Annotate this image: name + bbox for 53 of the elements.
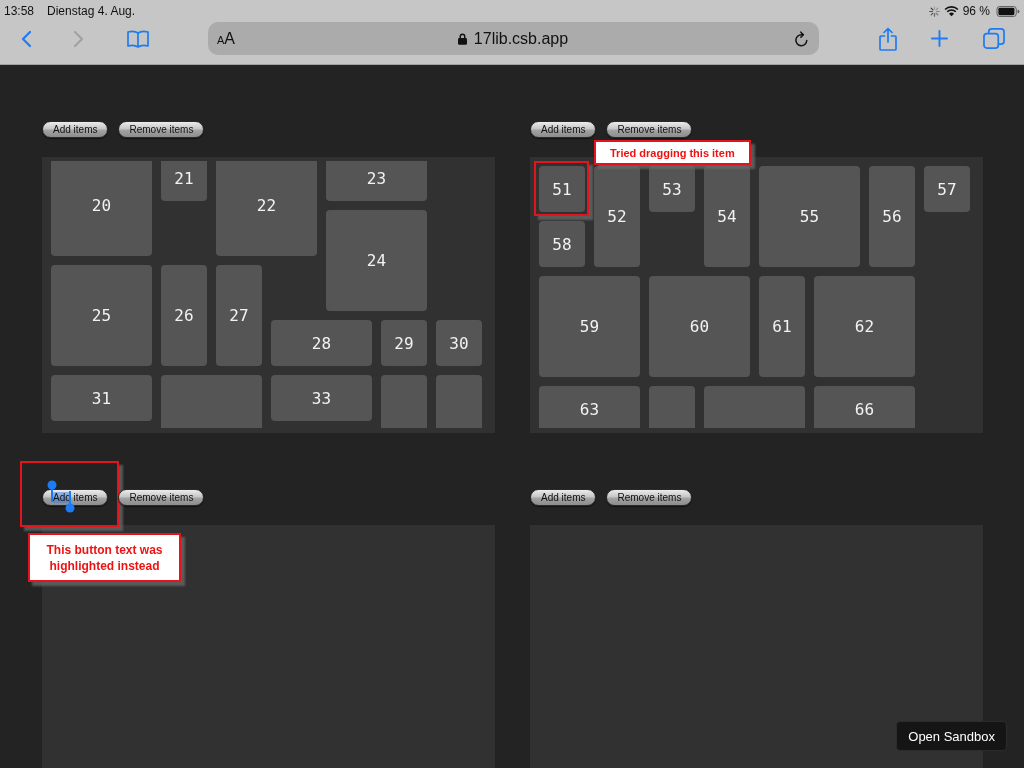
- grid-item[interactable]: 27: [216, 265, 262, 366]
- chevron-left-icon[interactable]: [20, 29, 33, 48]
- battery-percentage: 96 %: [962, 4, 990, 18]
- remove-items-button[interactable]: Remove items: [118, 121, 205, 138]
- grid-item[interactable]: 30: [436, 320, 482, 366]
- grid-item[interactable]: 63: [539, 386, 640, 428]
- grid-item[interactable]: 62: [814, 276, 915, 377]
- address-bar[interactable]: AA 17lib.csb.app: [208, 22, 819, 55]
- grid-item[interactable]: 24: [326, 210, 427, 311]
- share-icon[interactable]: [878, 26, 898, 51]
- grid-item[interactable]: 26: [161, 265, 207, 366]
- lock-icon: [457, 32, 467, 45]
- grid-item[interactable]: 22: [216, 161, 317, 256]
- text-size-button[interactable]: AA: [217, 29, 235, 48]
- grid-item[interactable]: 20: [51, 161, 152, 256]
- remove-items-button[interactable]: Remove items: [118, 489, 205, 506]
- grid-item[interactable]: 25: [51, 265, 152, 366]
- grid-item[interactable]: 31: [51, 375, 152, 421]
- grid-item[interactable]: 21: [161, 161, 207, 201]
- open-sandbox-button[interactable]: Open Sandbox: [896, 721, 1007, 751]
- status-date: Dienstag 4. Aug.: [47, 4, 136, 18]
- add-items-button[interactable]: Add items: [530, 489, 597, 506]
- grid-item[interactable]: 57: [924, 166, 970, 212]
- wifi-icon: [943, 5, 959, 17]
- grid-item[interactable]: 28: [271, 320, 372, 366]
- activity-spinner-icon: [928, 5, 940, 17]
- reload-icon[interactable]: [794, 30, 809, 47]
- grid-item[interactable]: 61: [759, 276, 805, 377]
- remove-items-button[interactable]: Remove items: [606, 489, 693, 506]
- add-items-button[interactable]: Add items: [530, 121, 597, 138]
- battery-icon: [996, 5, 1020, 17]
- grid-item[interactable]: 60: [649, 276, 750, 377]
- grid-item[interactable]: 33: [271, 375, 372, 421]
- grid-item[interactable]: 23: [326, 161, 427, 201]
- remove-items-button[interactable]: Remove items: [606, 121, 693, 138]
- status-time: 13:58: [4, 4, 35, 18]
- url-text: 17lib.csb.app: [473, 29, 569, 48]
- grid-item[interactable]: 29: [381, 320, 427, 366]
- add-items-button[interactable]: Add items: [42, 121, 109, 138]
- book-icon[interactable]: [127, 29, 149, 48]
- grid-item[interactable]: 58: [539, 221, 585, 267]
- grid-item[interactable]: 55: [759, 166, 860, 267]
- grid-item[interactable]: 59: [539, 276, 640, 377]
- grid-item[interactable]: 54: [704, 166, 750, 267]
- grid-item[interactable]: 53: [649, 166, 695, 212]
- annotation-tooltip: This button text was highlighted instead: [28, 533, 181, 582]
- grid-item[interactable]: 51: [539, 166, 585, 212]
- grid-item[interactable]: 56: [869, 166, 915, 267]
- annotation-tooltip: Tried dragging this item: [594, 140, 751, 165]
- grid-item[interactable]: 52: [594, 166, 640, 267]
- grid-item[interactable]: 66: [814, 386, 915, 428]
- plus-icon[interactable]: [931, 30, 948, 47]
- tabs-icon[interactable]: [983, 28, 1005, 49]
